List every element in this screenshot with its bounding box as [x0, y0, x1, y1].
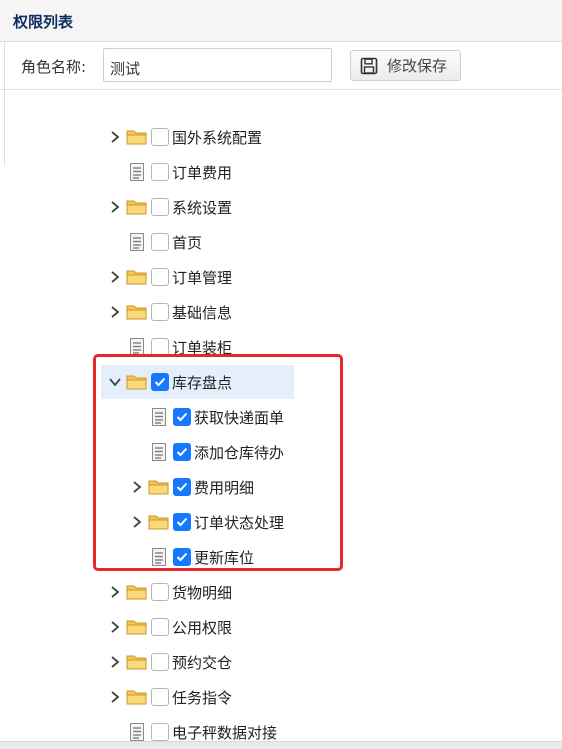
document-icon — [147, 442, 171, 462]
role-name-label: 角色名称: — [21, 58, 87, 76]
tree-node-label[interactable]: 订单装柜 — [172, 337, 232, 358]
tree-node-checkbox[interactable] — [151, 618, 169, 636]
tree-node-checkbox[interactable] — [173, 513, 191, 531]
tree-node-checkbox[interactable] — [173, 408, 191, 426]
chevron-right-icon[interactable] — [105, 197, 125, 217]
tree-node-checkbox[interactable] — [151, 198, 169, 216]
chevron-right-icon[interactable] — [105, 267, 125, 287]
tree-node-checkbox[interactable] — [151, 163, 169, 181]
folder-icon — [125, 302, 149, 322]
chevron-down-icon[interactable] — [105, 372, 125, 392]
document-icon — [147, 407, 171, 427]
folder-icon — [125, 617, 149, 637]
tree-node[interactable]: 公用权限 — [105, 613, 232, 641]
tree-node-label[interactable]: 订单费用 — [172, 162, 232, 183]
chevron-right-icon[interactable] — [105, 582, 125, 602]
chevron-right-icon[interactable] — [105, 302, 125, 322]
tree-node-label[interactable]: 费用明细 — [194, 477, 254, 498]
folder-icon — [125, 127, 149, 147]
tree-node-checkbox[interactable] — [151, 128, 169, 146]
tree-node[interactable]: 国外系统配置 — [105, 123, 262, 151]
folder-icon — [147, 512, 171, 532]
left-divider — [0, 42, 5, 166]
tree-node-checkbox[interactable] — [173, 443, 191, 461]
document-icon — [125, 337, 149, 357]
tree-node[interactable]: 订单管理 — [105, 263, 232, 291]
tree-node-label[interactable]: 基础信息 — [172, 302, 232, 323]
tree-node[interactable]: 任务指令 — [105, 683, 232, 711]
tree-node[interactable]: 系统设置 — [105, 193, 232, 221]
folder-open-icon — [125, 372, 149, 392]
tree-node-label[interactable]: 首页 — [172, 232, 202, 253]
tree-node[interactable]: 基础信息 — [105, 298, 232, 326]
tree-node-label[interactable]: 公用权限 — [172, 617, 232, 638]
chevron-right-icon[interactable] — [105, 617, 125, 637]
document-icon — [147, 547, 171, 567]
tree-node[interactable]: 订单状态处理 — [127, 508, 284, 536]
chevron-right-icon[interactable] — [127, 477, 147, 497]
tree-node[interactable]: 首页 — [105, 228, 202, 256]
document-icon — [125, 232, 149, 252]
tree-node-checkbox[interactable] — [151, 653, 169, 671]
tree-node[interactable]: 货物明细 — [105, 578, 232, 606]
tree-node-checkbox[interactable] — [151, 233, 169, 251]
tree-node-checkbox[interactable] — [173, 478, 191, 496]
tree-node-label[interactable]: 货物明细 — [172, 582, 232, 603]
folder-icon — [147, 477, 171, 497]
toolbar: 角色名称: 修改保存 — [0, 42, 562, 166]
floppy-disk-icon — [360, 57, 378, 75]
document-icon — [125, 722, 149, 742]
tree-node-checkbox[interactable] — [151, 338, 169, 356]
role-name-input[interactable] — [103, 48, 332, 82]
save-button[interactable]: 修改保存 — [350, 50, 461, 81]
tree-node-label[interactable]: 系统设置 — [172, 197, 232, 218]
tree-node[interactable]: 费用明细 — [127, 473, 254, 501]
tree-node[interactable]: 预约交仓 — [105, 648, 232, 676]
tree-node-checkbox[interactable] — [151, 688, 169, 706]
folder-icon — [125, 687, 149, 707]
chevron-right-icon[interactable] — [127, 512, 147, 532]
tree-node[interactable]: 更新库位 — [127, 543, 254, 571]
tree-node-label[interactable]: 任务指令 — [172, 687, 232, 708]
tree-node[interactable]: 添加仓库待办 — [127, 438, 284, 466]
tree-node-checkbox[interactable] — [151, 268, 169, 286]
tree-node-label[interactable]: 订单管理 — [172, 267, 232, 288]
tree-node-checkbox[interactable] — [151, 303, 169, 321]
tree-node-checkbox[interactable] — [151, 583, 169, 601]
tree-node-label[interactable]: 更新库位 — [194, 547, 254, 568]
folder-icon — [125, 652, 149, 672]
horizontal-scrollbar[interactable] — [0, 741, 562, 749]
tree-node-label[interactable]: 库存盘点 — [172, 372, 232, 393]
folder-icon — [125, 582, 149, 602]
tree-node[interactable]: 获取快递面单 — [127, 403, 284, 431]
folder-icon — [125, 267, 149, 287]
tree-node-label[interactable]: 获取快递面单 — [194, 407, 284, 428]
tree-node-label[interactable]: 国外系统配置 — [172, 127, 262, 148]
chevron-right-icon[interactable] — [105, 652, 125, 672]
tree-node[interactable]: 库存盘点 — [101, 365, 294, 399]
tree-node-checkbox[interactable] — [151, 373, 169, 391]
tree-node[interactable]: 订单费用 — [105, 158, 232, 186]
chevron-right-icon[interactable] — [105, 687, 125, 707]
panel-header: 权限列表 — [0, 0, 562, 42]
tree-node-label[interactable]: 电子秤数据对接 — [172, 722, 277, 743]
folder-icon — [125, 197, 149, 217]
chevron-right-icon[interactable] — [105, 127, 125, 147]
tree-node-checkbox[interactable] — [173, 548, 191, 566]
tree-node-label[interactable]: 添加仓库待办 — [194, 442, 284, 463]
tree-node-label[interactable]: 预约交仓 — [172, 652, 232, 673]
save-button-label: 修改保存 — [387, 57, 448, 75]
document-icon — [125, 162, 149, 182]
tree-node-label[interactable]: 订单状态处理 — [194, 512, 284, 533]
tree-node-checkbox[interactable] — [151, 723, 169, 741]
tree-node[interactable]: 订单装柜 — [105, 333, 232, 361]
panel-title: 权限列表 — [13, 13, 74, 31]
